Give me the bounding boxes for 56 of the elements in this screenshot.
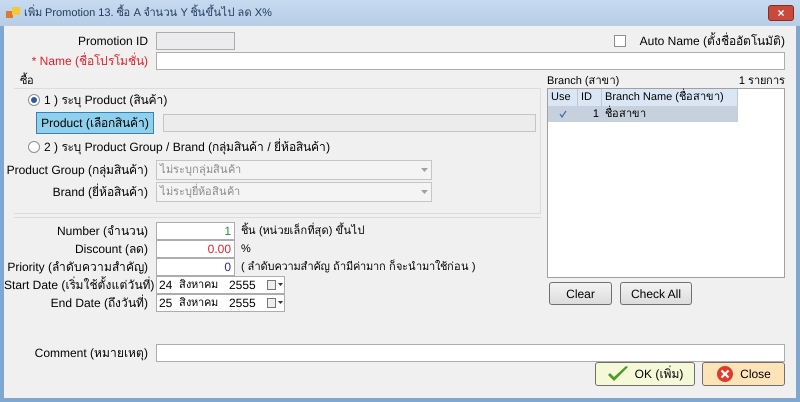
input-field[interactable] (156, 344, 785, 362)
field-label: Start Date (เริ่มใช้ตั้งแต่วันที่) (4, 278, 156, 292)
date-year: 2555 (229, 278, 257, 292)
input-field[interactable]: 0.00 (156, 240, 235, 258)
checkmark-icon[interactable] (559, 110, 567, 118)
caret-icon (421, 168, 428, 172)
date-field[interactable]: 25 สิงหาคม 2555 (156, 294, 285, 312)
field-label: Product Group (กลุ่มสินค้า) (6, 163, 149, 177)
table-cell: ชื่อสาขา (602, 107, 738, 121)
field-label: Discount (ลด) (74, 242, 149, 256)
date-month: สิงหาคม (179, 278, 219, 292)
dropdown-value: ไม่ระบุยี่ห้อสินค้า (160, 185, 240, 199)
radio-label: 1 ) ระบุ Product (สินค้า) (44, 93, 168, 107)
field-label: Promotion ID (76, 34, 149, 48)
calendar-icon[interactable] (267, 280, 283, 290)
check-icon (606, 366, 629, 382)
group-title: ซื้อ (20, 74, 541, 88)
ok-button[interactable]: OK (เพิ่ม) (595, 362, 695, 386)
close-icon (716, 365, 734, 383)
radio-label: 2 ) ระบุ Product Group / Brand (กลุ่มสินค้า / ยี่ห้อสินค้า) (44, 140, 330, 154)
checkbox-label: Auto Name (ตั้งชื่ออัตโนมัติ) (640, 34, 785, 48)
date-day: 25 (159, 296, 179, 310)
window-title: เพิ่ม Promotion 13. ซื้อ A จำนวน Y ชิ้นขึ้นไป ลด X% (24, 6, 272, 20)
table-cell-text: 1 (592, 107, 600, 121)
product-button[interactable]: Product (เลือกสินค้า) (36, 112, 154, 134)
app-icon (6, 7, 20, 19)
field-label: * Name (ชื่อโปรโมชั่น) (30, 54, 149, 68)
date-day: 24 (159, 278, 179, 292)
field-label: End Date (ถึงวันที่) (50, 296, 149, 310)
field-label: Number (จำนวน) (56, 224, 149, 238)
field-label: Priority (ลำดับความสำคัญ) (6, 260, 149, 274)
date-field[interactable]: 24 สิงหาคม 2555 (156, 276, 285, 294)
field-note: ชิ้น (หน่วยเล็กที่สุด) ขึ้นไป (241, 224, 364, 238)
input-field[interactable] (156, 52, 785, 70)
branch-label: Branch (สาขา) (547, 74, 620, 88)
input-field[interactable] (156, 32, 235, 50)
field-note: ( ลำดับความสำคัญ ถ้ามีค่ามาก ก็จะนำมาใช้ก่อน ) (241, 260, 476, 274)
field-label: Brand (ยี่ห้อสินค้า) (52, 185, 149, 199)
field-label: Comment (หมายเหตุ) (34, 346, 149, 360)
date-year: 2555 (229, 296, 257, 310)
date-month: สิงหาคม (179, 296, 219, 310)
row-count: 1 รายการ (738, 74, 785, 88)
caret-icon (421, 190, 428, 194)
input-field[interactable]: 1 (156, 222, 235, 240)
radio-button[interactable] (28, 141, 40, 153)
clear-button[interactable]: Clear (549, 282, 612, 305)
calendar-icon[interactable] (267, 298, 283, 308)
close-button[interactable]: × (768, 5, 794, 21)
check-all-button[interactable]: Check All (620, 282, 692, 305)
field-note: % (241, 242, 251, 256)
input-field[interactable]: 0 (156, 258, 235, 276)
checkbox[interactable] (614, 35, 626, 47)
radio-button[interactable] (28, 94, 40, 106)
dropdown-value: ไม่ระบุกลุ่มสินค้า (160, 163, 241, 177)
close-dialog-button[interactable]: Close (702, 362, 785, 386)
product-field[interactable] (163, 114, 536, 132)
